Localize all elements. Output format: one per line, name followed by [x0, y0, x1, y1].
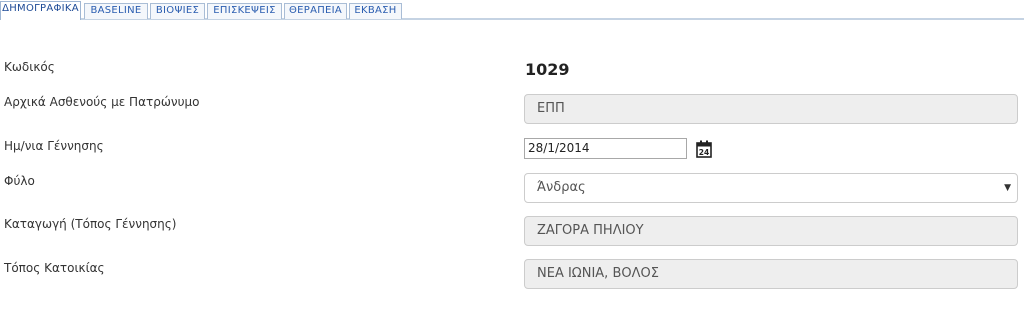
residence-label: Τόπος Κατοικίας: [4, 261, 105, 275]
tab-outcome[interactable]: ΕΚΒΑΣΗ: [349, 3, 402, 19]
origin-field: ΖΑΓΟΡΑ ΠΗΛΙΟΥ: [524, 216, 1018, 246]
code-value: 1029: [525, 60, 570, 79]
origin-label: Καταγωγή (Τόπος Γέννησης): [4, 217, 177, 231]
birth-date-label: Ημ/νια Γέννησης: [4, 139, 104, 153]
residence-field: ΝΕΑ ΙΩΝΙΑ, ΒΟΛΟΣ: [524, 259, 1018, 289]
tab-visits[interactable]: ΕΠΙΣΚΕΨΕΙΣ: [207, 3, 282, 19]
birth-date-input[interactable]: 28/1/2014: [524, 138, 687, 159]
dropdown-caret-icon: ▼: [1004, 183, 1011, 193]
calendar-day-number: 24: [699, 148, 709, 157]
initials-field: ΕΠΠ: [524, 94, 1018, 124]
sex-select-value: Άνδρας: [537, 180, 586, 195]
initials-label: Αρχικά Ασθενούς με Πατρώνυμο: [4, 95, 200, 109]
tab-baseline[interactable]: BASELINE: [84, 3, 148, 19]
calendar-icon[interactable]: 24: [696, 140, 712, 158]
tab-demographics[interactable]: ΔΗΜΟΓΡΑΦΙΚΑ: [0, 1, 81, 20]
sex-label: Φύλο: [4, 174, 35, 188]
tab-bar: ΔΗΜΟΓΡΑΦΙΚΑ BASELINE ΒΙΟΨΙΕΣ ΕΠΙΣΚΕΨΕΙΣ …: [0, 0, 1024, 20]
sex-select[interactable]: Άνδρας ▼: [524, 173, 1018, 203]
code-label: Κωδικός: [4, 60, 55, 74]
tab-biopsies[interactable]: ΒΙΟΨΙΕΣ: [150, 3, 205, 19]
tab-therapy[interactable]: ΘΕΡΑΠΕΙΑ: [284, 3, 347, 19]
